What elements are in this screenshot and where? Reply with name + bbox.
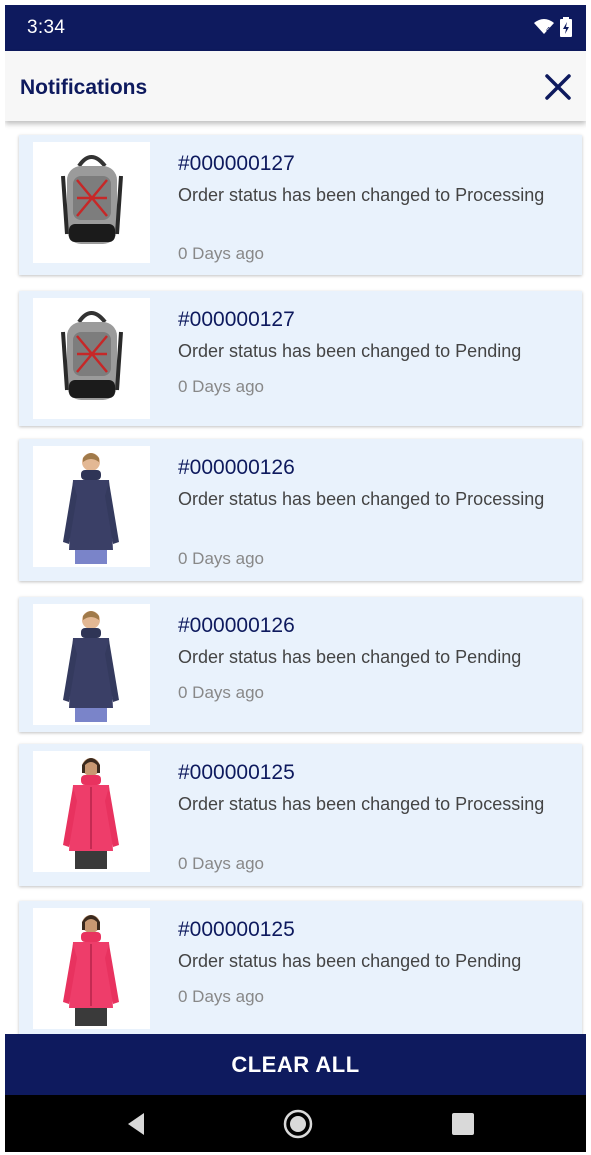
notification-age: 0 Days ago <box>178 377 264 396</box>
home-button[interactable] <box>283 1109 313 1139</box>
order-number: #000000126 <box>178 456 295 479</box>
notification-message: Order status has been changed to Process… <box>178 185 545 205</box>
notification-card[interactable]: #000000126 Order status has been changed… <box>19 597 582 732</box>
notification-card[interactable]: #000000127 Order status has been changed… <box>19 291 582 426</box>
product-image <box>33 604 150 725</box>
notification-age: 0 Days ago <box>178 987 264 1006</box>
page-title: Notifications <box>20 76 148 99</box>
order-number: #000000125 <box>178 761 295 784</box>
order-number: #000000127 <box>178 152 295 175</box>
product-image <box>33 908 150 1029</box>
notification-message: Order status has been changed to Pending <box>178 647 522 667</box>
notification-message: Order status has been changed to Process… <box>178 489 545 509</box>
battery-icon <box>560 17 572 37</box>
order-number: #000000126 <box>178 614 295 637</box>
product-image <box>33 751 150 872</box>
notification-age: 0 Days ago <box>178 549 264 568</box>
wifi-icon: 4 <box>534 19 554 34</box>
jacket-icon <box>63 611 119 722</box>
notification-age: 0 Days ago <box>178 244 264 263</box>
clear-all-button[interactable]: CLEAR ALL <box>5 1034 586 1095</box>
notification-list[interactable]: #000000127 Order status has been changed… <box>5 121 586 1034</box>
jacket-icon <box>63 453 119 564</box>
jacket-icon <box>63 915 119 1026</box>
jacket-icon <box>63 758 119 869</box>
backpack-icon <box>61 311 123 400</box>
status-icons: 4 <box>534 17 572 37</box>
app-bar: Notifications <box>5 51 586 121</box>
notification-message: Order status has been changed to Pending <box>178 341 522 361</box>
back-button[interactable] <box>122 1109 152 1139</box>
recents-icon <box>452 1113 474 1135</box>
close-icon <box>545 74 571 100</box>
notification-age: 0 Days ago <box>178 683 264 702</box>
order-number: #000000125 <box>178 918 295 941</box>
notification-card[interactable]: #000000125 Order status has been changed… <box>19 744 582 886</box>
clear-all-label: CLEAR ALL <box>231 1051 360 1077</box>
svg-text:4: 4 <box>546 26 551 34</box>
backpack-icon <box>61 155 123 244</box>
notification-card[interactable]: #000000125 Order status has been changed… <box>19 901 582 1034</box>
app-screen: 3:34 4 Notifications #000000127 Order st… <box>5 5 586 1152</box>
notification-card[interactable]: #000000127 Order status has been changed… <box>19 135 582 275</box>
order-number: #000000127 <box>178 308 295 331</box>
status-bar: 3:34 4 <box>5 5 586 51</box>
back-icon <box>128 1113 144 1135</box>
system-nav-bar <box>5 1095 586 1152</box>
notification-message: Order status has been changed to Process… <box>178 794 545 814</box>
notification-message: Order status has been changed to Pending <box>178 951 522 971</box>
notification-age: 0 Days ago <box>178 854 264 873</box>
product-image <box>33 142 150 263</box>
home-icon <box>283 1109 313 1139</box>
status-time: 3:34 <box>27 17 66 38</box>
recents-button[interactable] <box>448 1109 478 1139</box>
close-button[interactable] <box>540 69 576 105</box>
notification-card[interactable]: #000000126 Order status has been changed… <box>19 439 582 581</box>
product-image <box>33 298 150 419</box>
product-image <box>33 446 150 567</box>
